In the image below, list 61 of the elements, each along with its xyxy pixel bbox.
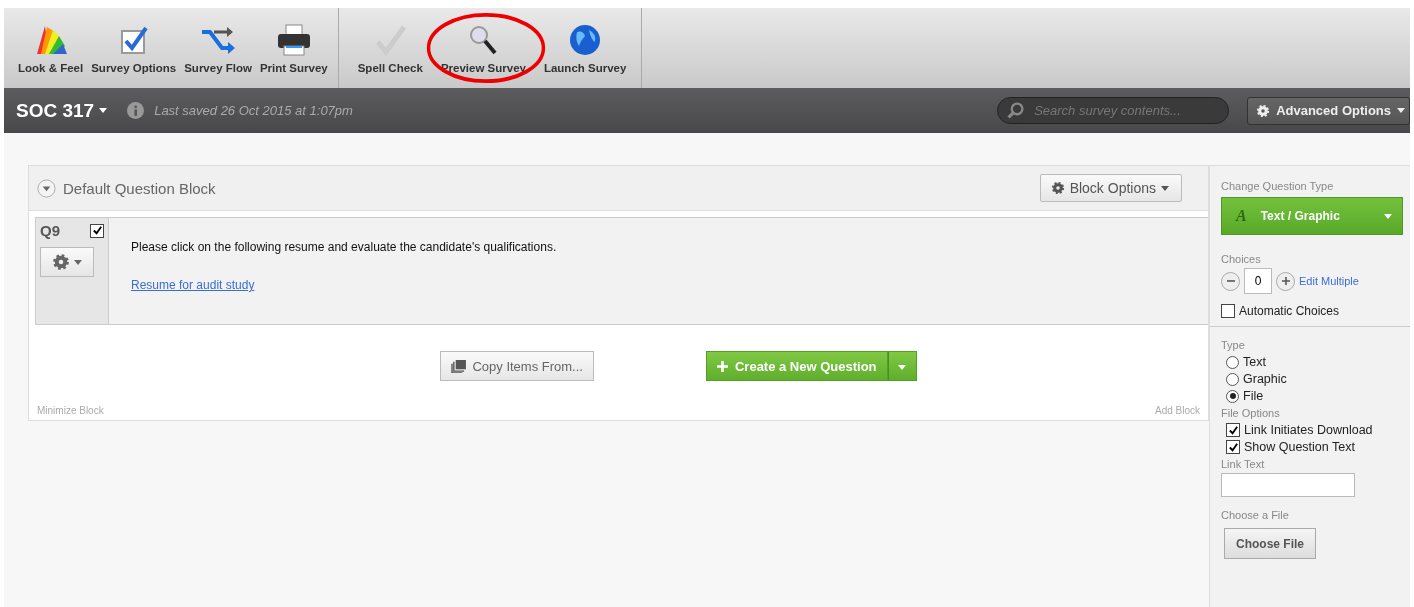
copy-icon [451,359,467,373]
section-label: File Options [1221,407,1280,419]
block-options-button[interactable]: Block Options [1039,174,1182,202]
caret-icon [898,365,907,370]
gear-icon [52,253,70,271]
checkbox[interactable] [1226,440,1240,454]
option-label: Show Question Text [1244,440,1355,454]
plus-icon [1280,276,1291,286]
question-number: Q9 [40,222,60,239]
caret-icon [1161,185,1169,191]
caret-icon [1384,213,1392,219]
info-icon [127,102,145,119]
link-text-field[interactable] [1221,473,1355,497]
question-settings-button[interactable] [40,247,94,277]
decrease-button[interactable] [1221,271,1240,291]
section-label: Choices [1221,253,1261,265]
block-title: Default Question Block [63,179,216,197]
toolbar-button[interactable]: Launch Survey [534,8,636,88]
choose-file-button[interactable]: Choose File [1224,528,1316,559]
last-saved-text: Last saved 26 Oct 2015 at 1:07pm [154,103,353,118]
section-label: Change Question Type [1221,180,1334,192]
gear-icon [1256,103,1271,118]
radio-button[interactable] [1226,372,1239,386]
section-label: Type [1221,339,1245,351]
choices-field[interactable]: 0 [1244,268,1272,294]
resume-link[interactable]: Resume for audit study [131,278,557,292]
shuffle-arrows-icon [200,24,237,56]
toolbar-button[interactable]: Look & Feel [14,8,88,88]
option-label: Graphic [1243,372,1287,386]
plus-icon [716,360,728,372]
caret-icon [1397,108,1405,113]
caret-icon [74,259,82,265]
radio-button[interactable] [1226,355,1239,369]
survey-name-menu[interactable]: SOC 317 [16,99,95,122]
increase-button[interactable] [1276,271,1295,291]
toolbar-button[interactable]: Preview Survey [431,8,535,88]
question-text: Please click on the following resume and evaluate the candidate's qualifications. [131,240,557,254]
printer-icon [275,24,312,56]
advanced-options-button[interactable]: Advanced Options [1247,96,1410,125]
search-icon [1007,102,1025,119]
option-label: File [1243,389,1264,403]
copy-items-button[interactable]: Copy Items From... [440,351,594,381]
collapse-icon[interactable] [37,178,56,198]
section-label: Link Text [1221,458,1265,470]
option-label: Link Initiates Download [1244,423,1373,437]
toolbar-button[interactable]: Survey Flow [180,8,256,88]
toolbar-button[interactable]: Spell Check [348,8,432,88]
edit-multiple-link[interactable]: Edit Multiple [1299,275,1359,287]
toolbar-button[interactable]: Survey Options [87,8,181,88]
question-checkbox[interactable] [90,223,104,238]
radio-button[interactable] [1226,389,1239,403]
checkbox[interactable] [1226,423,1240,437]
section-label: Choose a File [1221,509,1289,521]
create-dropdown-button[interactable] [887,351,917,381]
search-field[interactable]: Search survey contents... [997,97,1230,124]
toolbar-button[interactable]: Print Survey [255,8,332,88]
checkbox[interactable] [1221,304,1235,318]
caret-icon[interactable] [99,108,108,113]
option-label: Automatic Choices [1239,304,1340,318]
gear-icon [1050,181,1065,195]
option-label: Text [1243,355,1266,369]
